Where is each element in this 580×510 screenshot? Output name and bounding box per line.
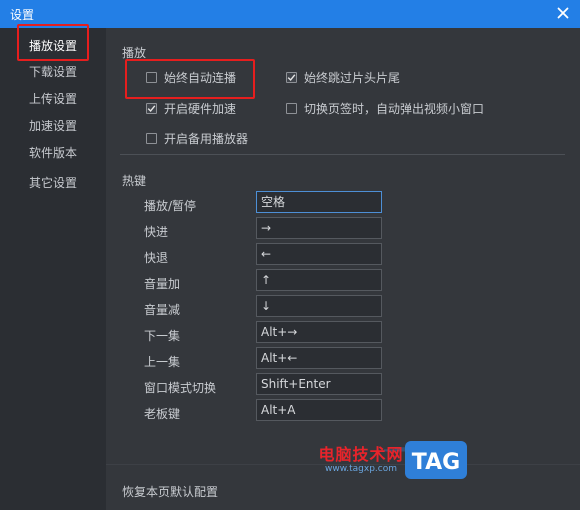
- checkbox-box: [286, 103, 297, 114]
- checkbox-label: 始终跳过片头片尾: [304, 71, 401, 85]
- hotkey-input-next-episode[interactable]: Alt+→: [256, 321, 382, 343]
- hotkey-input-play-pause[interactable]: 空格: [256, 191, 382, 213]
- hotkey-label: 音量加: [144, 277, 181, 291]
- tag-logo: TAG: [405, 441, 467, 479]
- checkbox-label: 切换页签时，自动弹出视频小窗口: [304, 102, 485, 116]
- hotkey-label: 窗口模式切换: [144, 381, 217, 395]
- hotkey-label: 快退: [144, 251, 169, 265]
- mini-window-on-tab-switch-checkbox[interactable]: 切换页签时，自动弹出视频小窗口: [286, 100, 484, 117]
- hotkey-input-window-mode[interactable]: Shift+Enter: [256, 373, 382, 395]
- hotkeys-section-title: 热键: [122, 174, 147, 188]
- hotkey-input-volume-up[interactable]: ↑: [256, 269, 382, 291]
- checkmark-icon: [287, 74, 296, 82]
- hotkey-label: 播放/暂停: [144, 199, 197, 213]
- sidebar-item-label: 其它设置: [28, 176, 77, 190]
- sidebar-item-label: 下载设置: [28, 65, 77, 79]
- hardware-acceleration-checkbox[interactable]: 开启硬件加速: [146, 100, 236, 117]
- hotkey-input-volume-down[interactable]: ↓: [256, 295, 382, 317]
- window-title: 设置: [10, 8, 35, 22]
- hotkey-label: 上一集: [144, 355, 181, 369]
- hotkey-label: 下一集: [144, 329, 181, 343]
- checkbox-label: 开启备用播放器: [164, 132, 249, 146]
- sidebar-item-other-settings[interactable]: 其它设置: [0, 174, 106, 191]
- settings-window: 设置 播放设置 下载设置 上传设置 加速设置 软件版本 其它设置 播放 始终自动…: [0, 0, 580, 510]
- sidebar-item-label: 上传设置: [28, 92, 77, 106]
- sidebar-item-label: 软件版本: [28, 146, 77, 160]
- hotkey-label: 快进: [144, 225, 169, 239]
- hotkey-input-forward[interactable]: →: [256, 217, 382, 239]
- sidebar-item-acceleration-settings[interactable]: 加速设置: [0, 117, 106, 134]
- highlight-box-sidebar: [17, 24, 89, 61]
- backup-player-checkbox[interactable]: 开启备用播放器: [146, 130, 248, 147]
- sidebar-item-label: 加速设置: [28, 119, 77, 133]
- svg-text:TAG: TAG: [412, 450, 460, 475]
- checkbox-box: [286, 72, 297, 83]
- settings-sidebar: 播放设置 下载设置 上传设置 加速设置 软件版本 其它设置: [0, 28, 106, 510]
- sidebar-item-software-version[interactable]: 软件版本: [0, 144, 106, 161]
- checkbox-box: [146, 133, 157, 144]
- checkmark-icon: [147, 105, 156, 113]
- hotkey-input-boss-key[interactable]: Alt+A: [256, 399, 382, 421]
- hotkey-input-previous-episode[interactable]: Alt+←: [256, 347, 382, 369]
- reset-defaults-link[interactable]: 恢复本页默认配置: [122, 483, 218, 500]
- section-divider: [120, 154, 565, 155]
- close-button[interactable]: [552, 2, 574, 24]
- sidebar-item-download-settings[interactable]: 下载设置: [0, 63, 106, 80]
- hotkey-input-rewind[interactable]: ←: [256, 243, 382, 265]
- watermark-text: 电脑技术网: [318, 445, 404, 464]
- sidebar-item-upload-settings[interactable]: 上传设置: [0, 90, 106, 107]
- close-icon: [557, 7, 569, 19]
- settings-panel: 播放 始终自动连播 始终跳过片头片尾 开启硬件加速 切换页签时，自动弹出视频小窗…: [106, 28, 580, 510]
- highlight-box-autoplay: [125, 59, 255, 99]
- hotkey-label: 老板键: [144, 407, 181, 421]
- hotkey-label: 音量减: [144, 303, 181, 317]
- checkbox-label: 开启硬件加速: [164, 102, 237, 116]
- skip-intro-outro-checkbox[interactable]: 始终跳过片头片尾: [286, 69, 400, 86]
- checkbox-box: [146, 103, 157, 114]
- watermark-url: www.tagxp.com: [325, 464, 397, 474]
